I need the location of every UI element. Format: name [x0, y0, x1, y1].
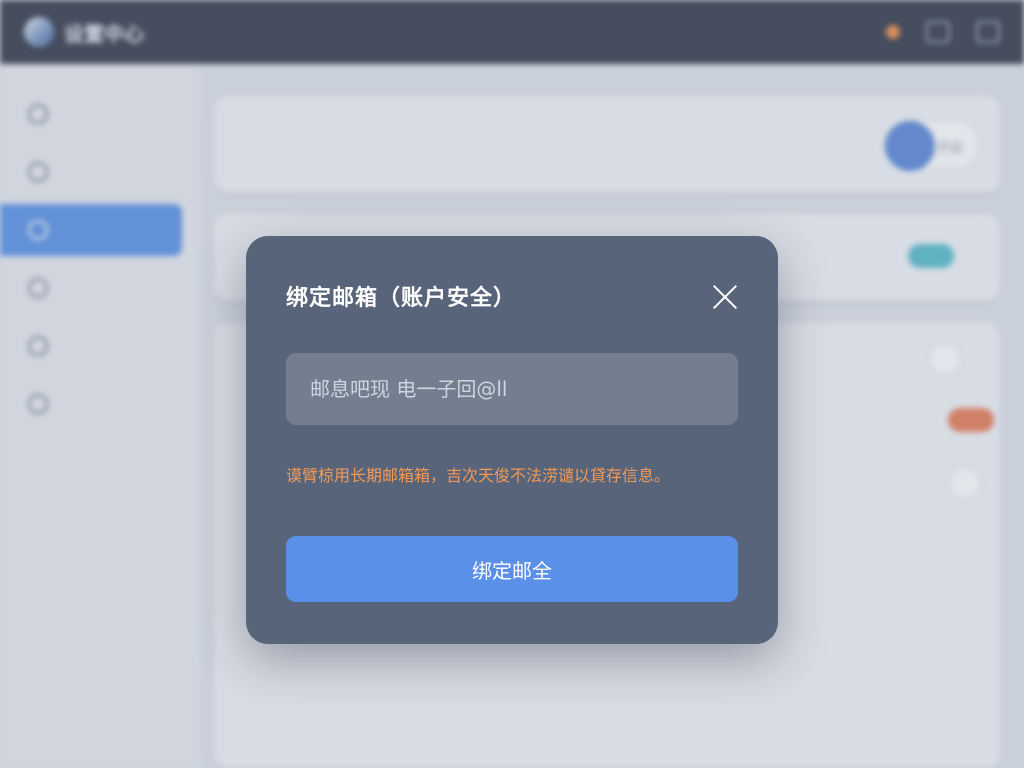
warning-text: 谟臂椋用长期邮箱箱，吉次天俊不法涝谴以貸存信息。 [286, 466, 671, 485]
close-icon[interactable] [712, 284, 738, 310]
modal-title: 绑定邮箱（账户安全） [286, 286, 517, 311]
bind-email-modal: 绑定邮箱（账户安全） 谟臂椋用长期邮箱箱，吉次天俊不法涝谴以貸存信息。 绑定邮全 [246, 236, 778, 644]
email-input[interactable] [286, 353, 738, 425]
bind-email-button[interactable]: 绑定邮全 [286, 536, 738, 602]
